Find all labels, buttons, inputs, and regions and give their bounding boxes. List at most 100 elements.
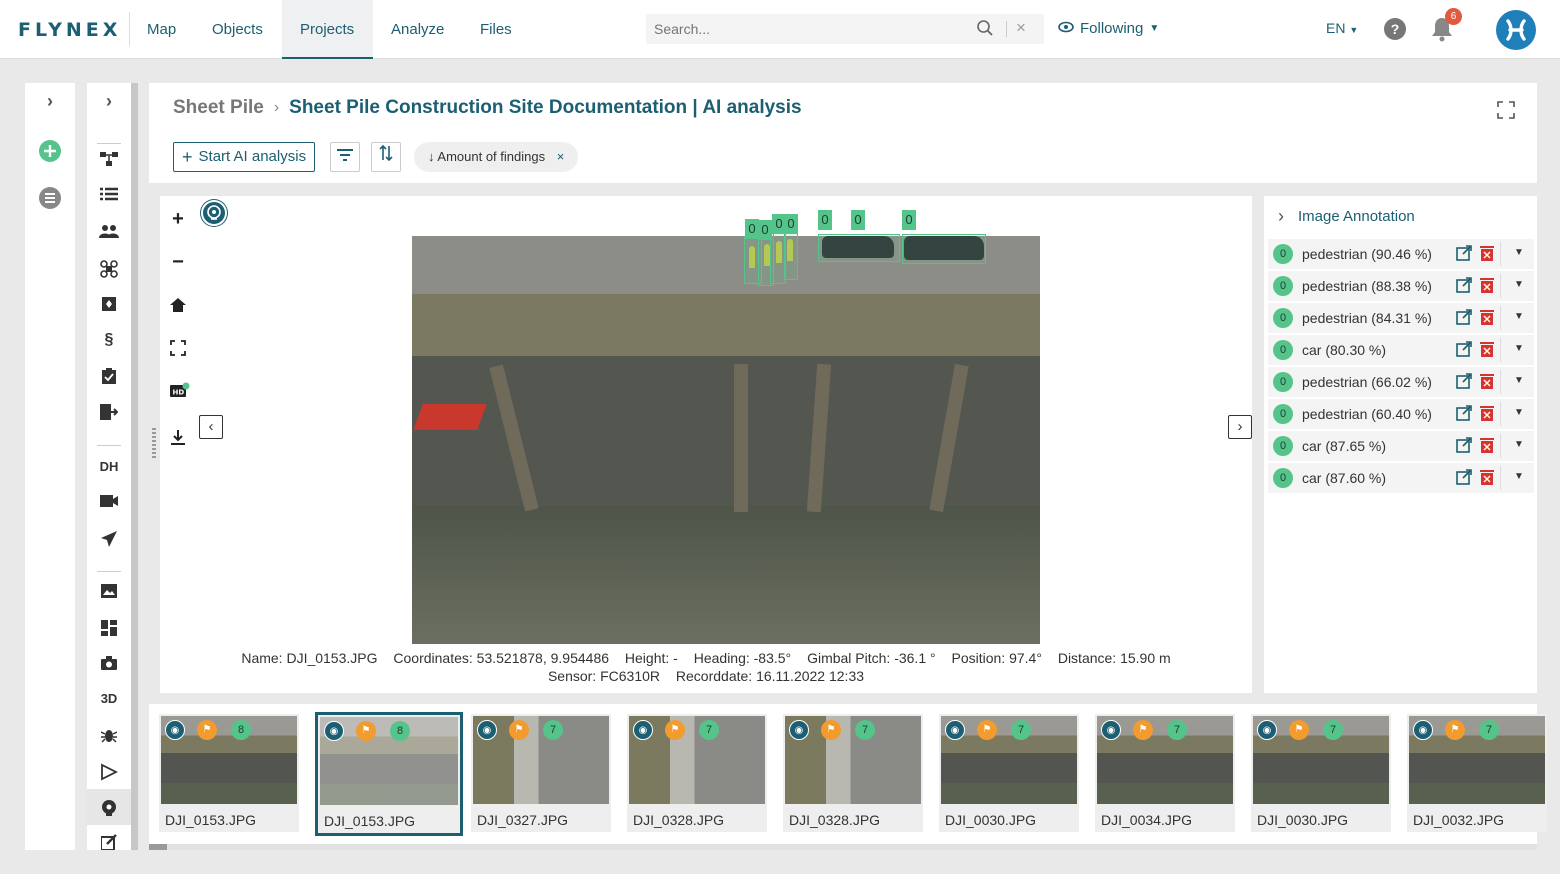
inspection-photo[interactable] [412,236,1040,644]
nav-projects[interactable]: Projects [282,0,373,59]
hd-icon[interactable]: HD [170,382,190,403]
ai-brain-icon[interactable] [87,799,131,820]
caret-down-icon[interactable]: ▼ [1514,375,1524,386]
sort-chip[interactable]: ↓ Amount of findings × [414,142,579,172]
download-icon[interactable] [170,429,186,450]
open-external-icon[interactable] [1456,373,1472,394]
image-thumbnail[interactable]: ◉ ⚑ 7 DJI_0034.JPG [1095,714,1235,832]
bug-icon[interactable] [87,727,131,746]
image-thumbnail[interactable]: ◉ ⚑ 7 DJI_0328.JPG [627,714,767,832]
caret-down-icon[interactable]: ▼ [1514,439,1524,450]
image-thumbnail[interactable]: ◉ ⚑ 7 DJI_0030.JPG [1251,714,1391,832]
annotation-row[interactable]: 0 car (87.65 %) ▼ [1268,431,1534,461]
camera-icon[interactable] [87,656,131,673]
detection-box[interactable] [902,234,986,264]
annotation-row[interactable]: 0 car (80.30 %) ▼ [1268,335,1534,365]
legal-icon[interactable]: § [87,331,131,349]
filmstrip-scrollbar[interactable] [149,844,1537,850]
export-icon[interactable] [87,404,131,423]
annotation-row[interactable]: 0 car (87.60 %) ▼ [1268,463,1534,493]
airplane-icon[interactable] [87,530,131,551]
flynex-logo[interactable]: FLYNEX [18,19,121,41]
team-icon[interactable] [87,224,131,241]
breadcrumb-parent[interactable]: Sheet Pile [173,97,264,119]
map-marker-icon[interactable] [87,296,131,315]
image-thumbnail[interactable]: ◉ ⚑ 8 DJI_0153.JPG [315,712,463,836]
open-external-icon[interactable] [1456,437,1472,458]
annotation-row[interactable]: 0 pedestrian (60.40 %) ▼ [1268,399,1534,429]
user-avatar[interactable] [1496,10,1536,50]
caret-down-icon[interactable]: ▼ [1514,343,1524,354]
image-thumbnail[interactable]: ◉ ⚑ 7 DJI_0032.JPG [1407,714,1547,832]
image-thumbnail[interactable]: ◉ ⚑ 7 DJI_0030.JPG [939,714,1079,832]
image-thumbnail[interactable]: ◉ ⚑ 8 DJI_0153.JPG [159,714,299,832]
image-icon[interactable] [87,584,131,601]
delete-icon[interactable] [1480,309,1494,330]
annotation-panel-header[interactable]: › Image Annotation [1278,206,1415,227]
resize-handle[interactable] [152,428,156,458]
remove-sort-icon[interactable]: × [557,149,565,164]
video-icon[interactable] [87,494,131,510]
delete-icon[interactable] [1480,373,1494,394]
caret-down-icon[interactable]: ▼ [1514,247,1524,258]
open-external-icon[interactable] [1456,309,1472,330]
hierarchy-icon[interactable] [87,151,131,170]
drone-icon[interactable] [87,260,131,281]
list-icon[interactable] [25,186,75,213]
delete-icon[interactable] [1480,437,1494,458]
edit-icon[interactable] [87,834,131,853]
expand-toolbar-icon[interactable]: › [87,91,131,112]
vector-icon[interactable] [87,763,131,784]
expand-sidebar-icon[interactable]: › [25,91,75,112]
open-external-icon[interactable] [1456,277,1472,298]
annotation-row[interactable]: 0 pedestrian (84.31 %) ▼ [1268,303,1534,333]
language-selector[interactable]: EN ▼ [1326,20,1358,36]
annotation-row[interactable]: 0 pedestrian (90.46 %) ▼ [1268,239,1534,269]
delete-icon[interactable] [1480,245,1494,266]
detection-box[interactable] [818,234,900,262]
delete-icon[interactable] [1480,277,1494,298]
search-icon[interactable] [976,19,994,42]
fullscreen-icon[interactable] [1497,101,1515,124]
caret-down-icon[interactable]: ▼ [1514,407,1524,418]
list-view-icon[interactable] [87,187,131,204]
nav-analyze[interactable]: Analyze [373,0,462,59]
delete-icon[interactable] [1480,405,1494,426]
image-thumbnail[interactable]: ◉ ⚑ 7 DJI_0327.JPG [471,714,611,832]
caret-down-icon[interactable]: ▼ [1514,279,1524,290]
detection-box[interactable] [784,230,798,280]
search-input[interactable] [646,14,966,44]
fit-screen-icon[interactable] [170,340,186,361]
clear-search-icon[interactable]: × [1016,18,1026,38]
filmstrip-scrollbar-thumb[interactable] [149,844,167,850]
annotation-row[interactable]: 0 pedestrian (66.02 %) ▼ [1268,367,1534,397]
home-icon[interactable] [170,298,186,317]
zoom-in-icon[interactable]: + [170,208,186,231]
following-dropdown[interactable]: Following ▼ [1058,20,1159,37]
add-icon[interactable] [25,139,75,166]
next-image-button[interactable]: › [1228,415,1252,439]
sort-button[interactable] [371,142,401,172]
open-external-icon[interactable] [1456,341,1472,362]
caret-down-icon[interactable]: ▼ [1514,471,1524,482]
delete-icon[interactable] [1480,341,1494,362]
clipboard-check-icon[interactable] [87,368,131,387]
nav-objects[interactable]: Objects [194,0,281,59]
previous-image-button[interactable]: ‹ [199,415,223,439]
delete-icon[interactable] [1480,469,1494,490]
dh-icon[interactable]: DH [87,459,131,474]
help-icon[interactable]: ? [1384,18,1406,40]
start-ai-analysis-button[interactable]: + Start AI analysis [173,142,316,172]
filter-button[interactable] [330,142,360,172]
open-external-icon[interactable] [1456,245,1472,266]
ai-analysis-toggle-icon[interactable] [201,200,227,226]
dashboard-icon[interactable] [87,620,131,639]
annotation-row[interactable]: 0 pedestrian (88.38 %) ▼ [1268,271,1534,301]
nav-map[interactable]: Map [129,0,194,59]
open-external-icon[interactable] [1456,469,1472,490]
nav-files[interactable]: Files [462,0,530,59]
3d-icon[interactable]: 3D [87,691,131,706]
open-external-icon[interactable] [1456,405,1472,426]
zoom-out-icon[interactable]: − [170,251,186,274]
caret-down-icon[interactable]: ▼ [1514,311,1524,322]
